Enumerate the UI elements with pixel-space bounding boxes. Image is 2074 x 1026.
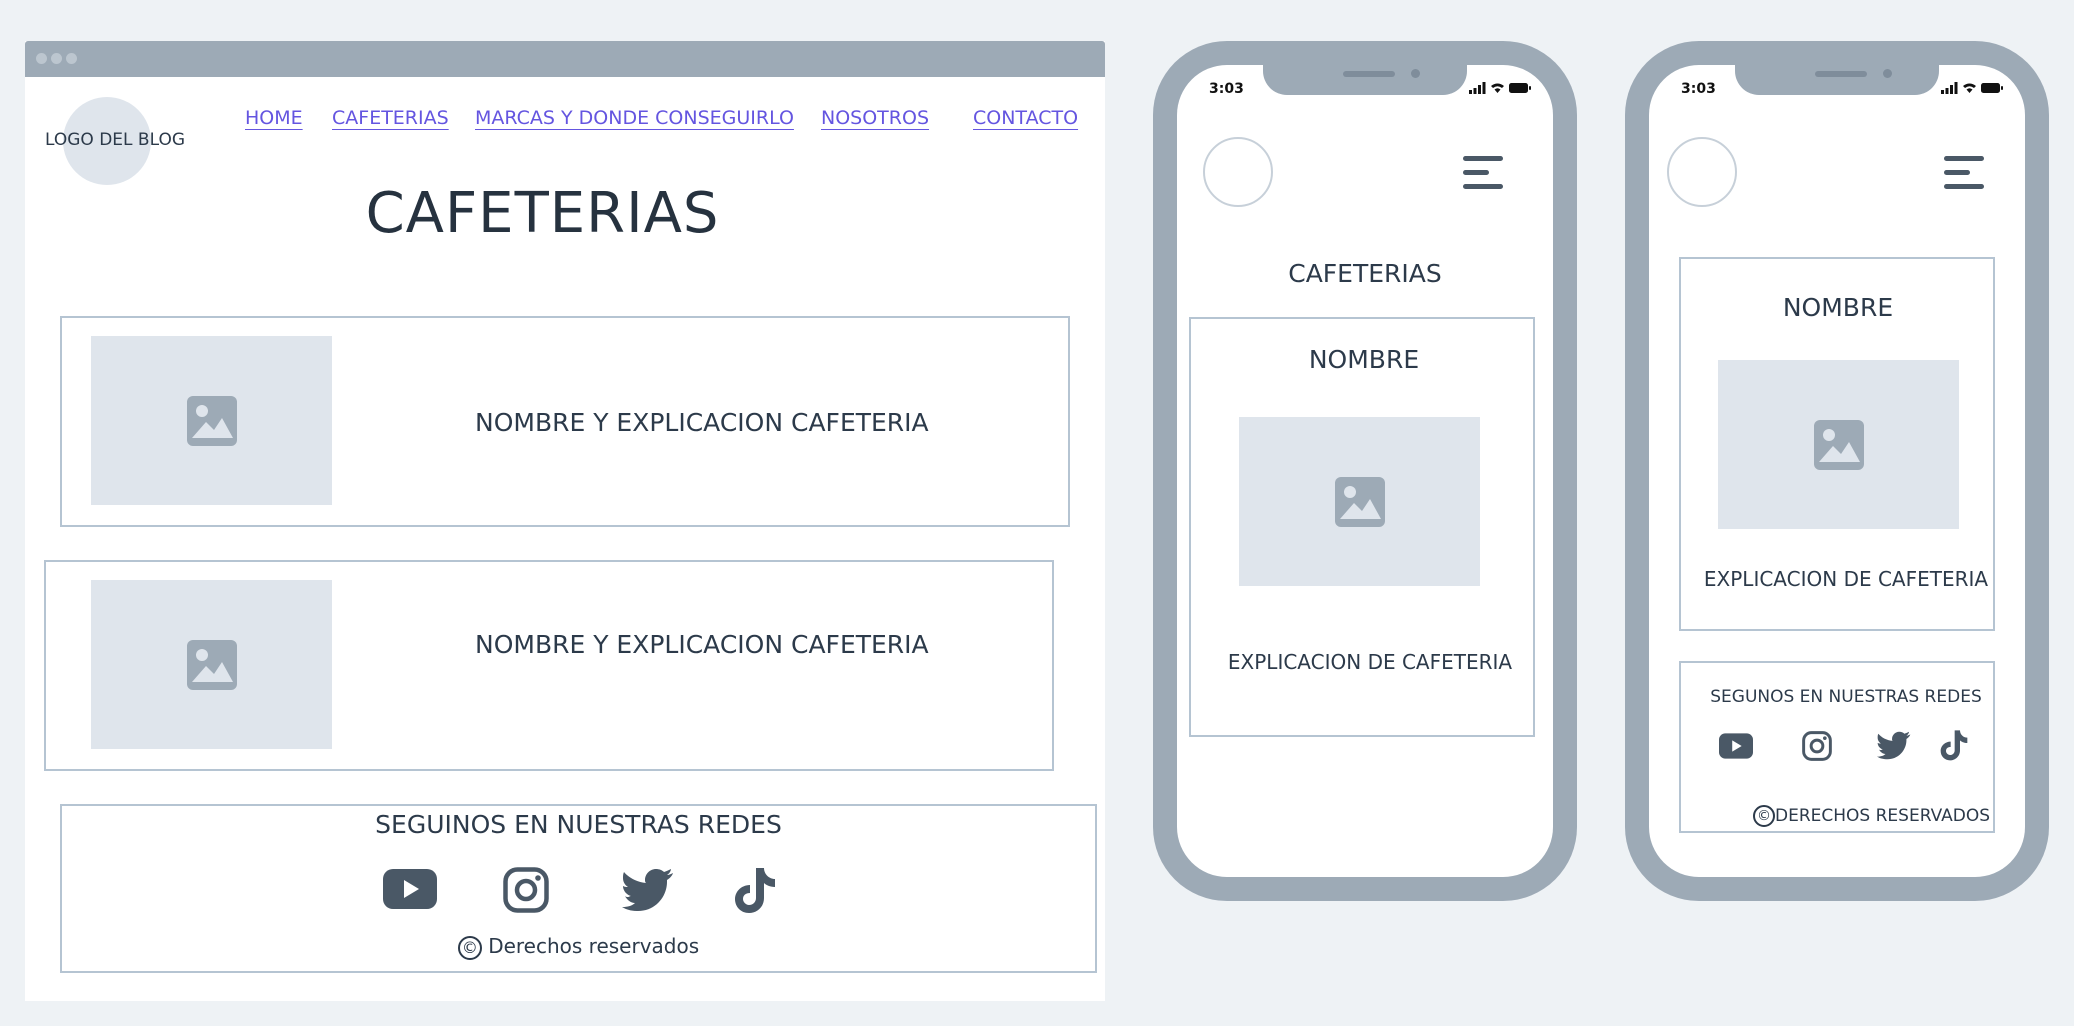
mobile-social-title: SEGUNOS EN NUESTRAS REDES	[1710, 687, 1982, 707]
hamburger-menu-icon[interactable]	[1463, 156, 1503, 190]
profile-avatar[interactable]	[1203, 137, 1273, 207]
tiktok-icon[interactable]	[1940, 729, 1968, 761]
phone-speaker	[1343, 71, 1395, 77]
status-time: 3:03	[1209, 81, 1244, 97]
image-icon	[187, 640, 237, 690]
mobile-card-name: NOMBRE	[1782, 293, 1894, 322]
twitter-icon[interactable]	[1877, 731, 1911, 760]
page-title: CAFETERIAS	[365, 181, 720, 246]
phone-mockup-detail: 3:03 NOMBRE EXPLICACION DE CAFETERIA SEG…	[1625, 41, 2049, 901]
mobile-card-image-placeholder	[1239, 417, 1480, 586]
mobile-social-footer: SEGUNOS EN NUESTRAS REDES © DERECHOS RESE…	[1679, 661, 1995, 833]
nav-cafeterias-link[interactable]: CAFETERIAS	[332, 107, 449, 129]
blog-logo-text: LOGO DEL BLOG	[45, 130, 185, 150]
hamburger-menu-icon[interactable]	[1944, 156, 1984, 190]
cafeteria-card[interactable]: NOMBRE Y EXPLICACION CAFETERIA	[60, 316, 1070, 527]
cafeteria-image-placeholder	[91, 336, 332, 505]
window-dot	[66, 53, 77, 64]
image-icon	[187, 396, 237, 446]
rights-line: © Derechos reservados	[62, 934, 1095, 960]
mobile-card-image-placeholder	[1718, 360, 1959, 529]
status-icons	[1941, 82, 2003, 94]
phone-speaker	[1815, 71, 1867, 77]
social-title: SEGUINOS EN NUESTRAS REDES	[375, 810, 782, 839]
rights-text: Derechos reservados	[488, 934, 700, 958]
nav-marcas-link[interactable]: MARCAS Y DONDE CONSEGUIRLO	[475, 107, 794, 129]
window-dot	[51, 53, 62, 64]
nav-contacto-link[interactable]: CONTACTO	[973, 107, 1078, 129]
phone-notch	[1263, 65, 1467, 95]
mobile-card-description: EXPLICACION DE CAFETERIA	[1703, 567, 1989, 591]
phone-camera	[1411, 69, 1420, 78]
mobile-cafeteria-card[interactable]: NOMBRE EXPLICACION DE CAFETERIA	[1189, 317, 1535, 737]
image-icon	[1814, 420, 1864, 470]
browser-title-bar	[25, 41, 1105, 77]
phone-screen: 3:03 NOMBRE EXPLICACION DE CAFETERIA SEG…	[1649, 65, 2025, 877]
phone-camera	[1883, 69, 1892, 78]
social-footer: SEGUINOS EN NUESTRAS REDES © Derechos re…	[60, 804, 1097, 973]
status-time: 3:03	[1681, 81, 1716, 97]
cafeteria-image-placeholder	[91, 580, 332, 749]
mobile-card-description: EXPLICACION DE CAFETERIA	[1227, 650, 1513, 674]
copyright-icon: ©	[457, 935, 482, 960]
cafeteria-card[interactable]: NOMBRE Y EXPLICACION CAFETERIA	[44, 560, 1054, 771]
profile-avatar[interactable]	[1667, 137, 1737, 207]
phone-mockup-cafeterias: 3:03 CAFETERIAS NOMBRE EXPLICACION DE CA…	[1153, 41, 1577, 901]
mobile-cafeteria-card[interactable]: NOMBRE EXPLICACION DE CAFETERIA	[1679, 257, 1995, 631]
instagram-icon[interactable]	[503, 867, 549, 913]
cafeteria-card-text: NOMBRE Y EXPLICACION CAFETERIA	[475, 408, 929, 437]
nav-nosotros-link[interactable]: NOSOTROS	[821, 107, 929, 129]
image-icon	[1335, 477, 1385, 527]
youtube-icon[interactable]	[383, 869, 437, 909]
mobile-rights-line: © DERECHOS RESERVADOS	[1753, 805, 1990, 827]
phone-notch	[1735, 65, 1939, 95]
tiktok-icon[interactable]	[734, 866, 776, 914]
instagram-icon[interactable]	[1802, 731, 1832, 761]
mobile-card-name: NOMBRE	[1308, 345, 1420, 374]
mobile-rights-text: DERECHOS RESERVADOS	[1775, 806, 1991, 826]
twitter-icon[interactable]	[622, 868, 674, 912]
copyright-icon: ©	[1753, 805, 1775, 827]
cafeteria-card-text: NOMBRE Y EXPLICACION CAFETERIA	[475, 630, 929, 659]
phone-screen: 3:03 CAFETERIAS NOMBRE EXPLICACION DE CA…	[1177, 65, 1553, 877]
nav-home-link[interactable]: HOME	[245, 107, 303, 129]
status-icons	[1469, 82, 1531, 94]
window-dot	[36, 53, 47, 64]
youtube-icon[interactable]	[1719, 733, 1753, 759]
mobile-page-title: CAFETERIAS	[1288, 259, 1442, 288]
desktop-browser-window: LOGO DEL BLOG HOME CAFETERIAS MARCAS Y D…	[25, 41, 1105, 1001]
